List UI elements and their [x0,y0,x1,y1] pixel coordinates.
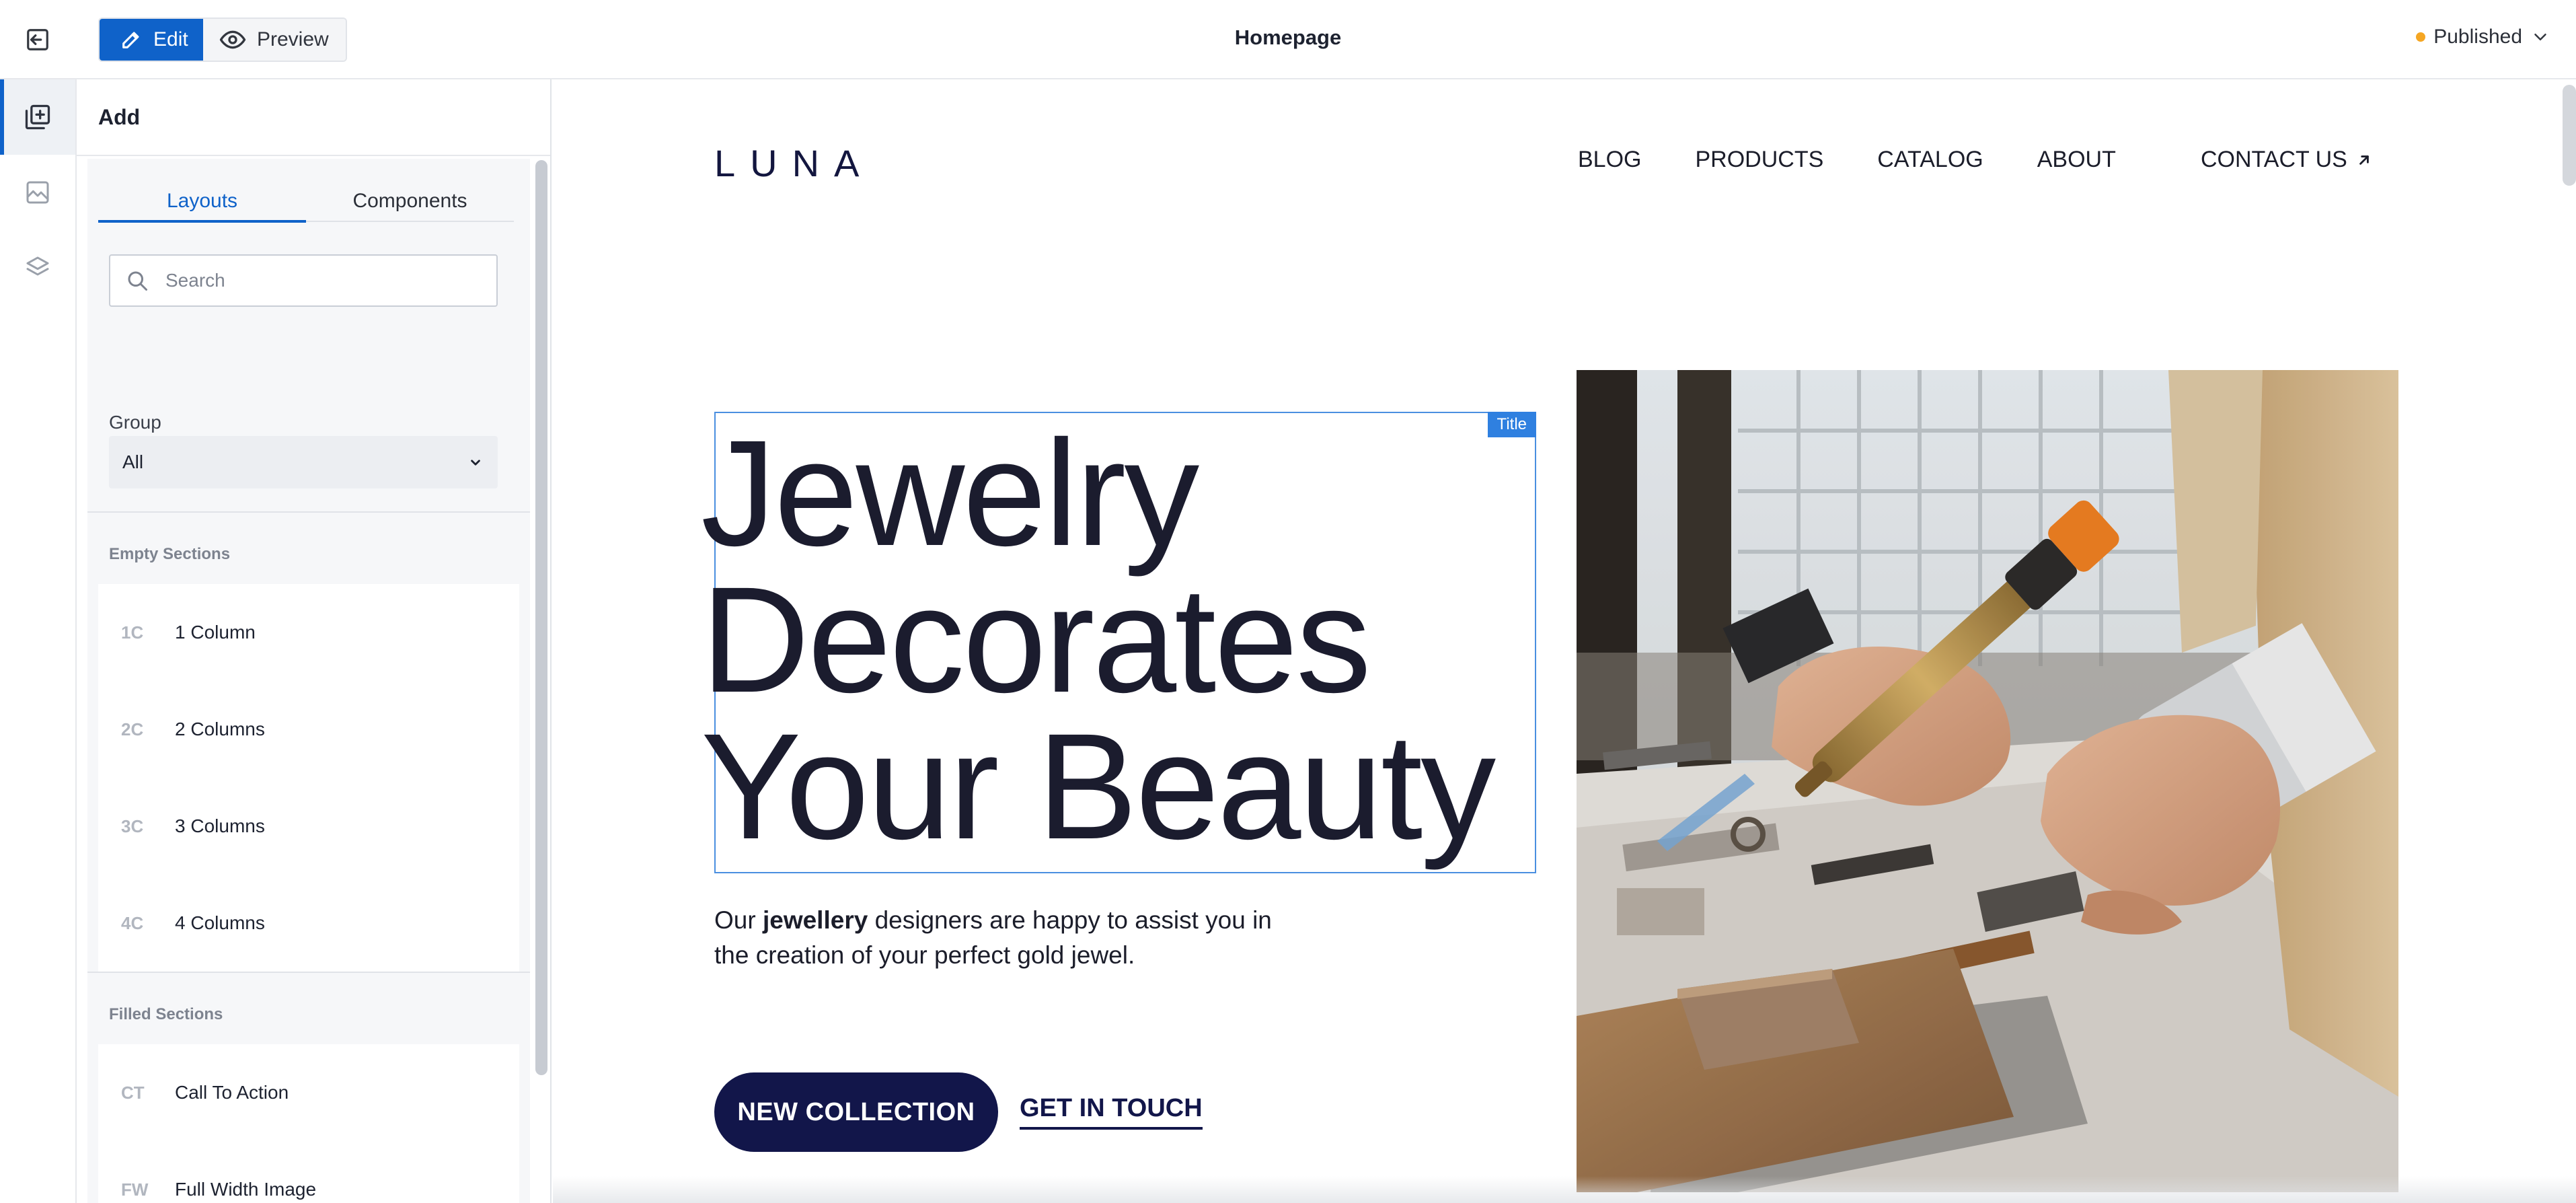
section-abbr: 3C [121,815,144,836]
nav-link-about[interactable]: ABOUT [2037,147,2116,173]
status-label: Published [2433,26,2522,48]
list-item-2-columns[interactable]: 2C 2 Columns [98,681,519,778]
contact-us-link[interactable]: CONTACT US [2201,147,2373,173]
nav-link-blog[interactable]: BLOG [1578,147,1641,173]
new-collection-button[interactable]: NEW COLLECTION [714,1072,998,1152]
exit-icon [27,29,48,50]
contact-us-label: CONTACT US [2201,147,2347,172]
section-label: Full Width Image [175,1179,317,1200]
nav-link-products[interactable]: PRODUCTS [1695,147,1823,173]
image-icon [26,181,49,204]
group-select[interactable]: All [109,436,498,488]
preview-mode-button[interactable]: Preview [203,19,346,61]
eye-icon [219,30,246,49]
site-nav: BLOG PRODUCTS CATALOG ABOUT [1578,147,2170,173]
mode-toggle: Edit Preview [98,17,347,62]
chevron-down-icon [2534,34,2546,40]
list-item-full-width-image[interactable]: FW Full Width Image [98,1141,519,1203]
arrow-up-right-icon [2359,155,2369,165]
panel-tabs: Layouts Components [98,183,514,223]
divider [87,511,530,513]
hero-title-line: Jewelry [701,409,1199,577]
section-abbr: CT [121,1082,145,1103]
search-icon [128,271,147,291]
group-label: Group [109,412,161,433]
panel-title: Add [77,79,550,156]
empty-sections-heading: Empty Sections [109,545,231,563]
left-icon-rail [0,79,77,1203]
page-title-wrap: Homepage [0,26,2576,50]
layers-icon [26,256,49,276]
list-item-1-column[interactable]: 1C 1 Column [98,584,519,681]
section-label: 3 Columns [175,815,265,836]
hero-desc-text: Our [714,906,763,934]
section-abbr: 2C [121,719,144,739]
chevron-down-icon [471,460,480,466]
list-item-call-to-action[interactable]: CT Call To Action [98,1044,519,1141]
canvas-bottom-fade [553,1176,2576,1203]
section-label: 4 Columns [175,912,265,933]
tab-components[interactable]: Components [306,183,514,221]
editor-canvas: LUNA BLOG PRODUCTS CATALOG ABOUT CONTACT… [553,79,2576,1203]
list-item-3-columns[interactable]: 3C 3 Columns [98,778,519,875]
get-in-touch-link[interactable]: GET IN TOUCH [1020,1094,1203,1130]
rail-media-button[interactable] [0,155,75,230]
hero-desc-bold: jewellery [762,906,868,934]
section-label: 1 Column [175,622,256,643]
panel-content: Layouts Components Group All Empty Secti… [87,159,530,1203]
section-abbr: 4C [121,912,144,933]
pencil-icon [122,32,139,48]
group-select-value: All [122,451,144,472]
divider [87,972,530,973]
add-panel: Add Layouts Components Group All Empty S… [77,79,552,1203]
hero-title-line: Decorates [701,556,1371,724]
page-title[interactable]: Homepage [1235,26,1341,49]
filled-sections-list: CT Call To Action FW Full Width Image [98,1044,519,1203]
hero-photo [1577,370,2398,1192]
list-item-4-columns[interactable]: 4C 4 Columns [98,875,519,972]
empty-sections-list: 1C 1 Column 2C 2 Columns 3C 3 Columns 4C… [98,584,519,972]
status-dot [2416,32,2426,42]
search-input[interactable] [165,270,475,291]
tab-layouts[interactable]: Layouts [98,183,306,223]
hero-title[interactable]: Jewelry Decorates Your Beauty [701,409,1528,871]
preview-mode-label: Preview [257,28,329,50]
section-abbr: 1C [121,622,144,643]
exit-editor-button[interactable] [20,23,55,57]
top-bar: Edit Preview Homepage Published [0,0,2576,79]
rail-layers-button[interactable] [0,230,75,305]
publish-status-dropdown[interactable]: Published [2416,26,2550,48]
section-label: 2 Columns [175,719,265,739]
hero-image[interactable] [1577,370,2398,1192]
rail-add-button[interactable] [0,79,75,155]
canvas-scrollbar[interactable] [2563,85,2576,186]
hero-title-line: Your Beauty [701,702,1496,871]
site-logo[interactable]: LUNA [714,141,874,185]
hero-description[interactable]: Our jewellery designers are happy to ass… [714,903,1279,973]
edit-mode-button[interactable]: Edit [100,19,203,61]
add-section-icon [25,104,50,130]
nav-link-catalog[interactable]: CATALOG [1877,147,1983,173]
panel-scrollbar[interactable] [535,160,547,1075]
filled-sections-heading: Filled Sections [109,1005,223,1023]
section-abbr: FW [121,1179,149,1200]
edit-mode-label: Edit [153,28,188,50]
section-label: Call To Action [175,1082,289,1103]
title-selection-frame[interactable]: Title Jewelry Decorates Your Beauty [701,412,1536,873]
search-field [109,254,498,307]
